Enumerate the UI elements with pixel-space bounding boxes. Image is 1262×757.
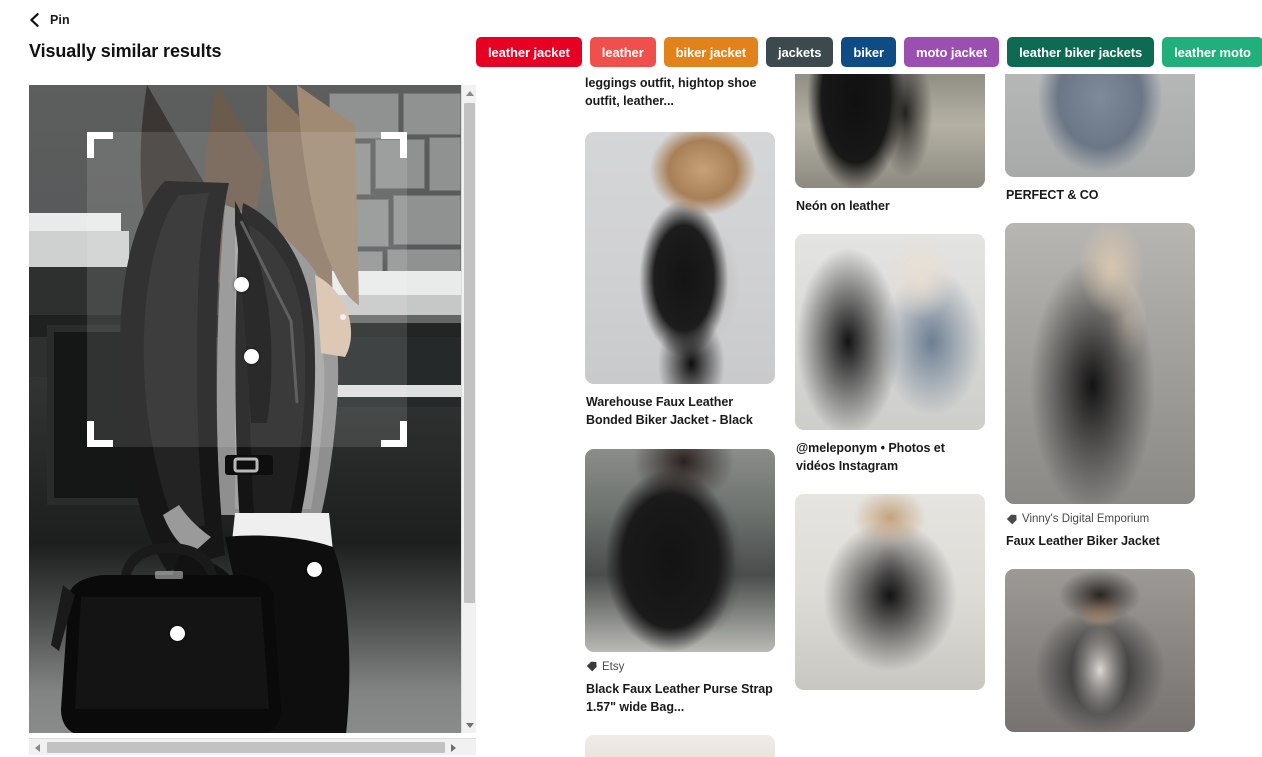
page-title: Visually similar results [29, 41, 222, 61]
results-masonry-grid[interactable]: leggings outfit, hightop shoe outfit, le… [585, 74, 1262, 757]
pin-card-partial-1[interactable] [585, 734, 775, 757]
results-column-2: Neón on leather @meleponym • Photos et v… [795, 74, 985, 757]
pin-image[interactable] [795, 234, 985, 431]
pin-image[interactable] [1005, 223, 1195, 505]
pin-title: PERFECT & CO [1006, 188, 1099, 202]
pin-card-neon-on-leather[interactable]: Neón on leather [795, 74, 985, 215]
pin-title: Black Faux Leather Purse Strap 1.57" wid… [586, 681, 773, 714]
vertical-scrollbar-thumb[interactable] [464, 103, 475, 603]
pin-photo [795, 74, 985, 188]
tag-label: leather biker jackets [1019, 44, 1143, 60]
pin-attribution-label: Vinny's Digital Emporium [1022, 513, 1150, 526]
pin-meta: Etsy Black Faux Leather Purse Strap 1.57… [585, 652, 775, 716]
pin-title: Faux Leather Biker Jacket [1006, 534, 1160, 549]
pin-photo [1005, 569, 1195, 733]
subject-silhouette [51, 85, 359, 733]
results-column-3: PERFECT & CO Vinny's Digital Emporium Fa… [1005, 74, 1195, 757]
hotspot-jacket-body[interactable] [244, 349, 259, 364]
tag-pill-leather-jacket[interactable]: leather jacket [476, 37, 582, 67]
source-image [29, 85, 461, 733]
tag-label: moto jacket [916, 44, 988, 60]
results-panel: leather jacket leather biker jacket jack… [476, 0, 1262, 757]
horizontal-scrollbar-thumb[interactable] [47, 742, 445, 753]
chevron-left-icon [30, 13, 39, 27]
pin-image[interactable] [585, 132, 775, 385]
pin-image[interactable] [1005, 74, 1195, 177]
tag-icon [586, 661, 597, 672]
pin-image[interactable] [585, 448, 775, 652]
pin-photo [1005, 74, 1195, 177]
tag-pill-biker-jacket[interactable]: biker jacket [663, 37, 759, 67]
tag-label: jackets [778, 44, 822, 60]
tag-label: leather moto [1174, 44, 1251, 60]
related-tags-bar: leather jacket leather biker jacket jack… [476, 37, 1262, 67]
hotspot-leggings[interactable] [307, 562, 322, 577]
pin-meta: PERFECT & CO [1005, 177, 1195, 204]
tag-label: leather [601, 44, 644, 60]
pin-title: Neón on leather [796, 199, 890, 213]
pin-attribution[interactable]: Vinny's Digital Emporium [1006, 513, 1194, 525]
triangle-right-icon [450, 743, 456, 752]
pin-card-black-faux-leather-purse-strap[interactable]: Etsy Black Faux Leather Purse Strap 1.57… [585, 448, 775, 716]
pin-photo [1005, 223, 1195, 505]
source-image-panel: Pin Visually similar results [0, 0, 477, 757]
pin-meta: @meleponym • Photos et vidéos Instagram [795, 430, 985, 475]
tag-label: biker jacket [675, 44, 747, 60]
pin-meta: Warehouse Faux Leather Bonded Biker Jack… [585, 384, 775, 429]
pin-image[interactable] [795, 74, 985, 188]
hotspot-jacket-lapel[interactable] [234, 277, 249, 292]
tag-icon [1006, 514, 1017, 525]
pin-photo [585, 734, 775, 757]
pin-image[interactable] [795, 494, 985, 691]
pin-meta: Vinny's Digital Emporium Faux Leather Bi… [1005, 504, 1195, 550]
visual-search-page: Pin Visually similar results leather jac… [0, 0, 1262, 757]
pin-card-crossed-arms-jacket[interactable] [795, 494, 985, 691]
tag-pill-leather-moto[interactable]: leather moto [1162, 37, 1262, 67]
pin-attribution-label: Etsy [602, 660, 625, 673]
pin-card-hat-street-style[interactable] [1005, 569, 1195, 733]
tag-pill-leather-biker-jackets[interactable]: leather biker jackets [1007, 37, 1155, 67]
scroll-down-button[interactable] [462, 717, 477, 733]
pin-image[interactable] [585, 734, 775, 757]
pin-photo [795, 234, 985, 431]
back-label: Pin [50, 13, 70, 27]
tag-pill-jackets[interactable]: jackets [766, 37, 834, 67]
pin-card-perfect-and-co[interactable]: PERFECT & CO [1005, 74, 1195, 204]
pin-card-warehouse-faux-leather[interactable]: Warehouse Faux Leather Bonded Biker Jack… [585, 132, 775, 429]
tag-pill-moto-jacket[interactable]: moto jacket [904, 37, 1000, 67]
tag-pill-biker[interactable]: biker [841, 37, 896, 67]
hotspot-handbag[interactable] [170, 626, 185, 641]
pin-photo [585, 132, 775, 385]
pin-photo [585, 448, 775, 652]
tag-pill-leather[interactable]: leather [589, 37, 656, 67]
source-image-viewport[interactable] [29, 85, 461, 733]
tag-label: biker [853, 44, 884, 60]
pin-card-faux-leather-biker-jacket[interactable]: Vinny's Digital Emporium Faux Leather Bi… [1005, 223, 1195, 550]
tag-label: leather jacket [488, 44, 570, 60]
pin-attribution[interactable]: Etsy [586, 661, 774, 673]
image-vertical-scrollbar[interactable] [461, 85, 477, 733]
back-to-pin-button[interactable]: Pin [28, 10, 70, 30]
triangle-left-icon [34, 743, 40, 752]
pin-meta: Neón on leather [795, 188, 985, 215]
scroll-right-button[interactable] [445, 739, 461, 756]
scroll-up-button[interactable] [462, 85, 477, 101]
results-column-1: leggings outfit, hightop shoe outfit, le… [585, 74, 775, 757]
scroll-left-button[interactable] [29, 739, 45, 756]
triangle-down-icon [465, 722, 474, 728]
pin-title-overflow: leggings outfit, hightop shoe outfit, le… [585, 76, 757, 109]
pin-title: @meleponym • Photos et vidéos Instagram [796, 441, 945, 474]
pin-photo [795, 494, 985, 691]
image-horizontal-scrollbar[interactable] [29, 738, 476, 755]
triangle-up-icon [465, 90, 474, 96]
pin-title: Warehouse Faux Leather Bonded Biker Jack… [586, 395, 753, 428]
pin-card-meleponym-instagram[interactable]: @meleponym • Photos et vidéos Instagram [795, 234, 985, 475]
pin-image[interactable] [1005, 569, 1195, 733]
